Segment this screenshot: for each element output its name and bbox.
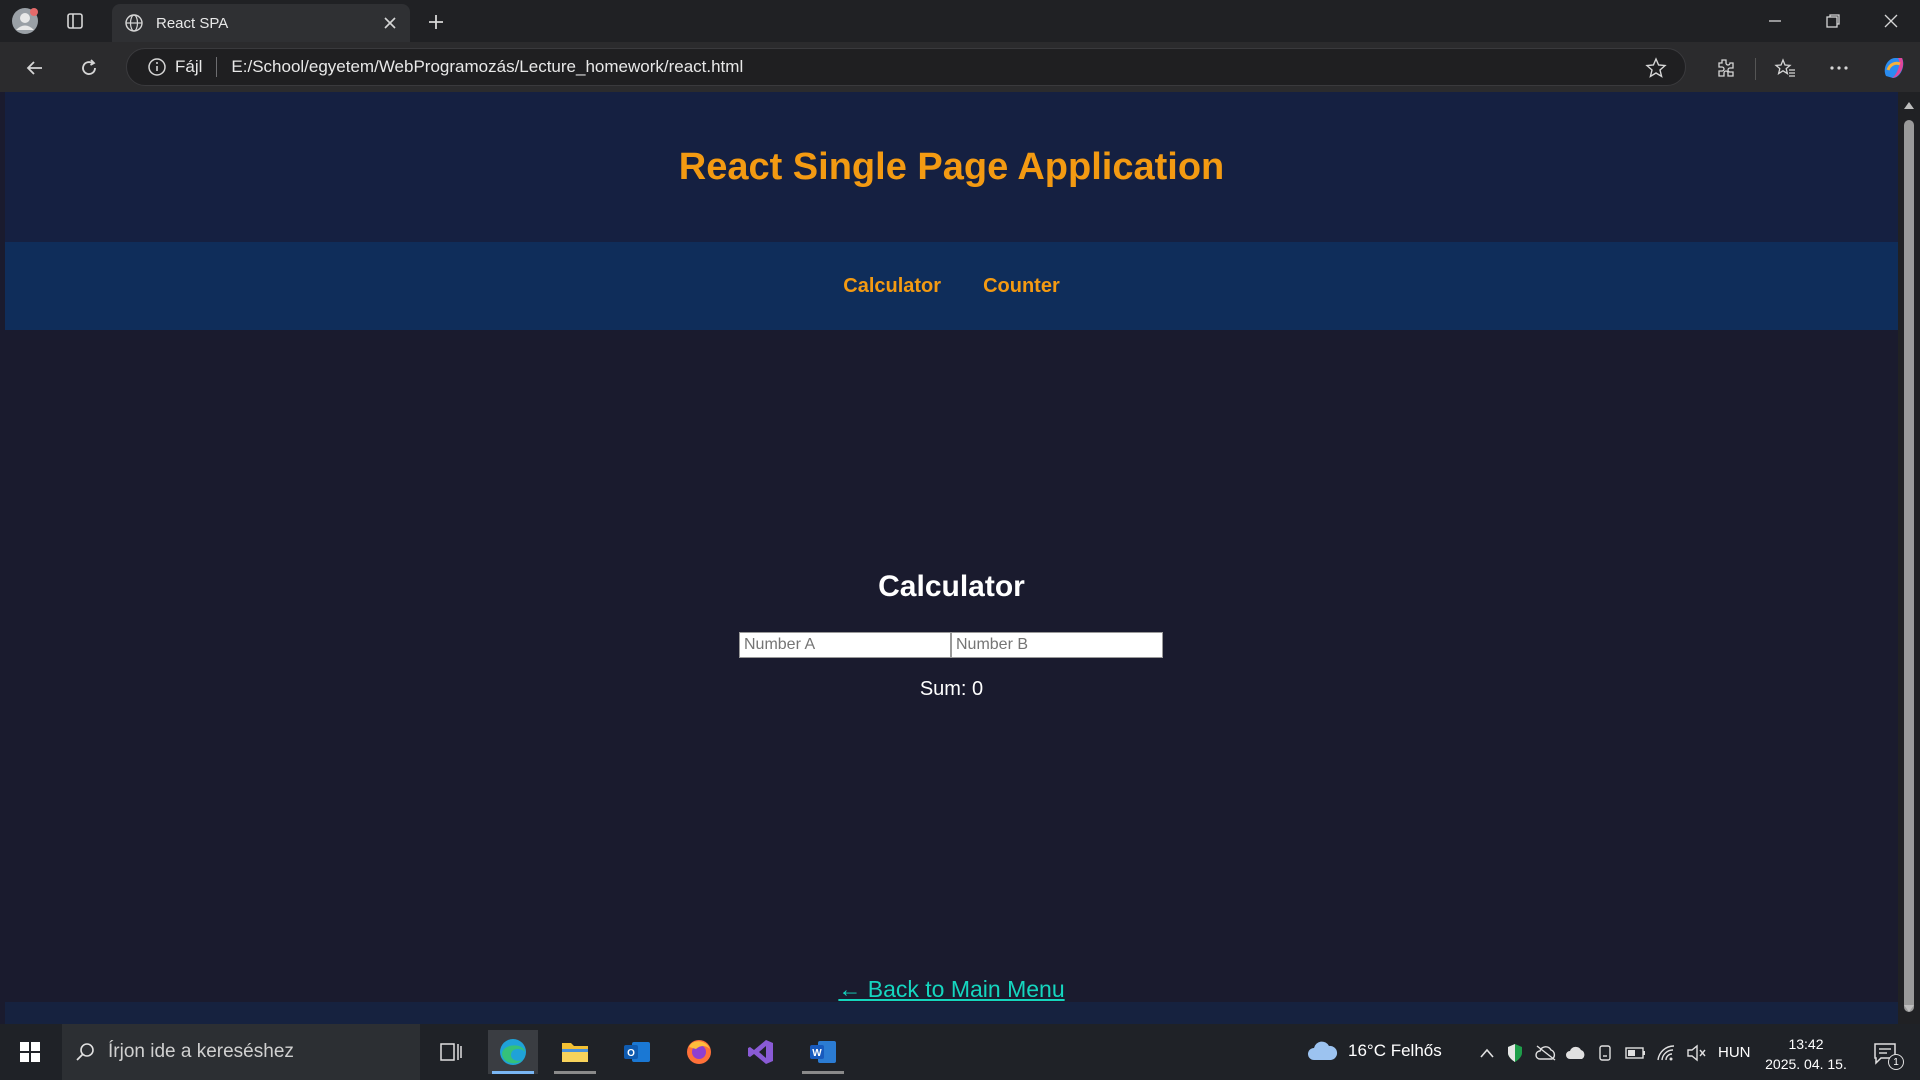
number-b-input[interactable] bbox=[951, 632, 1163, 658]
device-icon[interactable] bbox=[1594, 1042, 1616, 1064]
task-view-icon[interactable] bbox=[426, 1030, 476, 1074]
sum-result: Sum: 0 bbox=[919, 678, 984, 700]
volume-muted-icon[interactable] bbox=[1684, 1042, 1708, 1064]
page-viewport: React Single Page Application Calculator… bbox=[5, 92, 1898, 1024]
taskbar-search-box[interactable]: Írjon ide a kereséshez bbox=[62, 1024, 420, 1080]
scroll-down-arrow-icon[interactable] bbox=[1903, 1004, 1915, 1014]
back-to-main-menu-link[interactable]: ← Back to Main Menu bbox=[838, 976, 1064, 1002]
onedrive-offline-icon[interactable] bbox=[1534, 1042, 1558, 1064]
info-icon[interactable] bbox=[147, 57, 167, 77]
file-explorer-icon[interactable] bbox=[550, 1030, 600, 1074]
onedrive-icon[interactable] bbox=[1564, 1042, 1588, 1064]
page-footer-strip bbox=[5, 1002, 1898, 1024]
toolbar-divider bbox=[1755, 58, 1756, 80]
taskbar-clock[interactable]: 13:42 2025. 04. 15. bbox=[1762, 1034, 1850, 1074]
close-tab-icon[interactable] bbox=[382, 15, 398, 31]
back-link-container: ← Back to Main Menu bbox=[5, 976, 1898, 1003]
favorites-icon[interactable] bbox=[1770, 54, 1800, 82]
browser-tab-bar: React SPA bbox=[0, 0, 1920, 42]
tab-title: React SPA bbox=[156, 14, 229, 32]
tab-actions-icon[interactable] bbox=[62, 8, 88, 34]
wifi-icon[interactable] bbox=[1654, 1042, 1678, 1064]
input-language-indicator[interactable]: HUN bbox=[1718, 1044, 1751, 1061]
active-app-indicator bbox=[492, 1071, 534, 1074]
open-app-indicator bbox=[802, 1071, 844, 1074]
globe-icon bbox=[124, 13, 144, 33]
calculator-heading: Calculator bbox=[878, 570, 1025, 603]
svg-text:W: W bbox=[812, 1048, 822, 1059]
minimize-icon[interactable] bbox=[1752, 6, 1798, 36]
edge-browser-icon[interactable] bbox=[488, 1030, 538, 1074]
more-options-icon[interactable] bbox=[1824, 54, 1854, 82]
cloud-icon bbox=[1306, 1040, 1338, 1062]
copilot-icon[interactable] bbox=[1878, 52, 1910, 84]
url-separator bbox=[216, 57, 218, 77]
favorite-star-icon[interactable] bbox=[1645, 57, 1667, 79]
battery-icon[interactable] bbox=[1624, 1042, 1648, 1064]
search-placeholder: Írjon ide a kereséshez bbox=[108, 1041, 294, 1062]
new-tab-icon[interactable] bbox=[422, 8, 450, 36]
notification-count-badge: 1 bbox=[1888, 1054, 1904, 1070]
close-window-icon[interactable] bbox=[1868, 6, 1914, 36]
reload-icon[interactable] bbox=[74, 54, 104, 82]
profile-avatar-icon[interactable] bbox=[10, 6, 40, 36]
visual-studio-icon[interactable] bbox=[736, 1030, 786, 1074]
svg-text:O: O bbox=[627, 1048, 635, 1059]
tab-react-spa[interactable]: React SPA bbox=[112, 4, 410, 42]
clock-time: 13:42 bbox=[1788, 1036, 1824, 1052]
url-scheme-label: Fájl bbox=[175, 57, 203, 76]
windows-start-icon[interactable] bbox=[8, 1032, 52, 1072]
weather-text: 16°C Felhős bbox=[1348, 1041, 1442, 1060]
page-header: React Single Page Application bbox=[5, 92, 1898, 242]
nav-link-calculator[interactable]: Calculator bbox=[843, 275, 941, 298]
restore-icon[interactable] bbox=[1810, 6, 1856, 36]
scrollbar-thumb[interactable] bbox=[1904, 120, 1914, 1012]
open-app-indicator bbox=[554, 1071, 596, 1074]
weather-widget[interactable]: 16°C Felhős bbox=[1306, 1040, 1442, 1062]
back-arrow-icon[interactable] bbox=[20, 54, 50, 82]
notifications-icon[interactable]: 1 bbox=[1866, 1036, 1906, 1072]
address-bar[interactable]: Fájl E:/School/egyetem/WebProgramozás/Le… bbox=[126, 48, 1686, 86]
firefox-icon[interactable] bbox=[674, 1030, 724, 1074]
outlook-icon[interactable]: O bbox=[612, 1030, 662, 1074]
show-hidden-icons-chevron-icon[interactable] bbox=[1476, 1042, 1498, 1064]
number-a-input[interactable] bbox=[739, 632, 951, 658]
vertical-scrollbar[interactable] bbox=[1898, 92, 1920, 1024]
url-text[interactable]: E:/School/egyetem/WebProgramozás/Lecture… bbox=[231, 57, 743, 77]
extensions-icon[interactable] bbox=[1710, 54, 1740, 82]
word-icon[interactable]: W bbox=[798, 1030, 848, 1074]
security-shield-icon[interactable] bbox=[1504, 1042, 1526, 1064]
scroll-up-arrow-icon[interactable] bbox=[1903, 100, 1915, 110]
page-title: React Single Page Application bbox=[678, 145, 1225, 188]
nav-link-counter[interactable]: Counter bbox=[983, 275, 1060, 298]
page-nav: Calculator Counter bbox=[5, 242, 1898, 330]
clock-date: 2025. 04. 15. bbox=[1765, 1056, 1847, 1072]
search-icon bbox=[74, 1041, 96, 1063]
